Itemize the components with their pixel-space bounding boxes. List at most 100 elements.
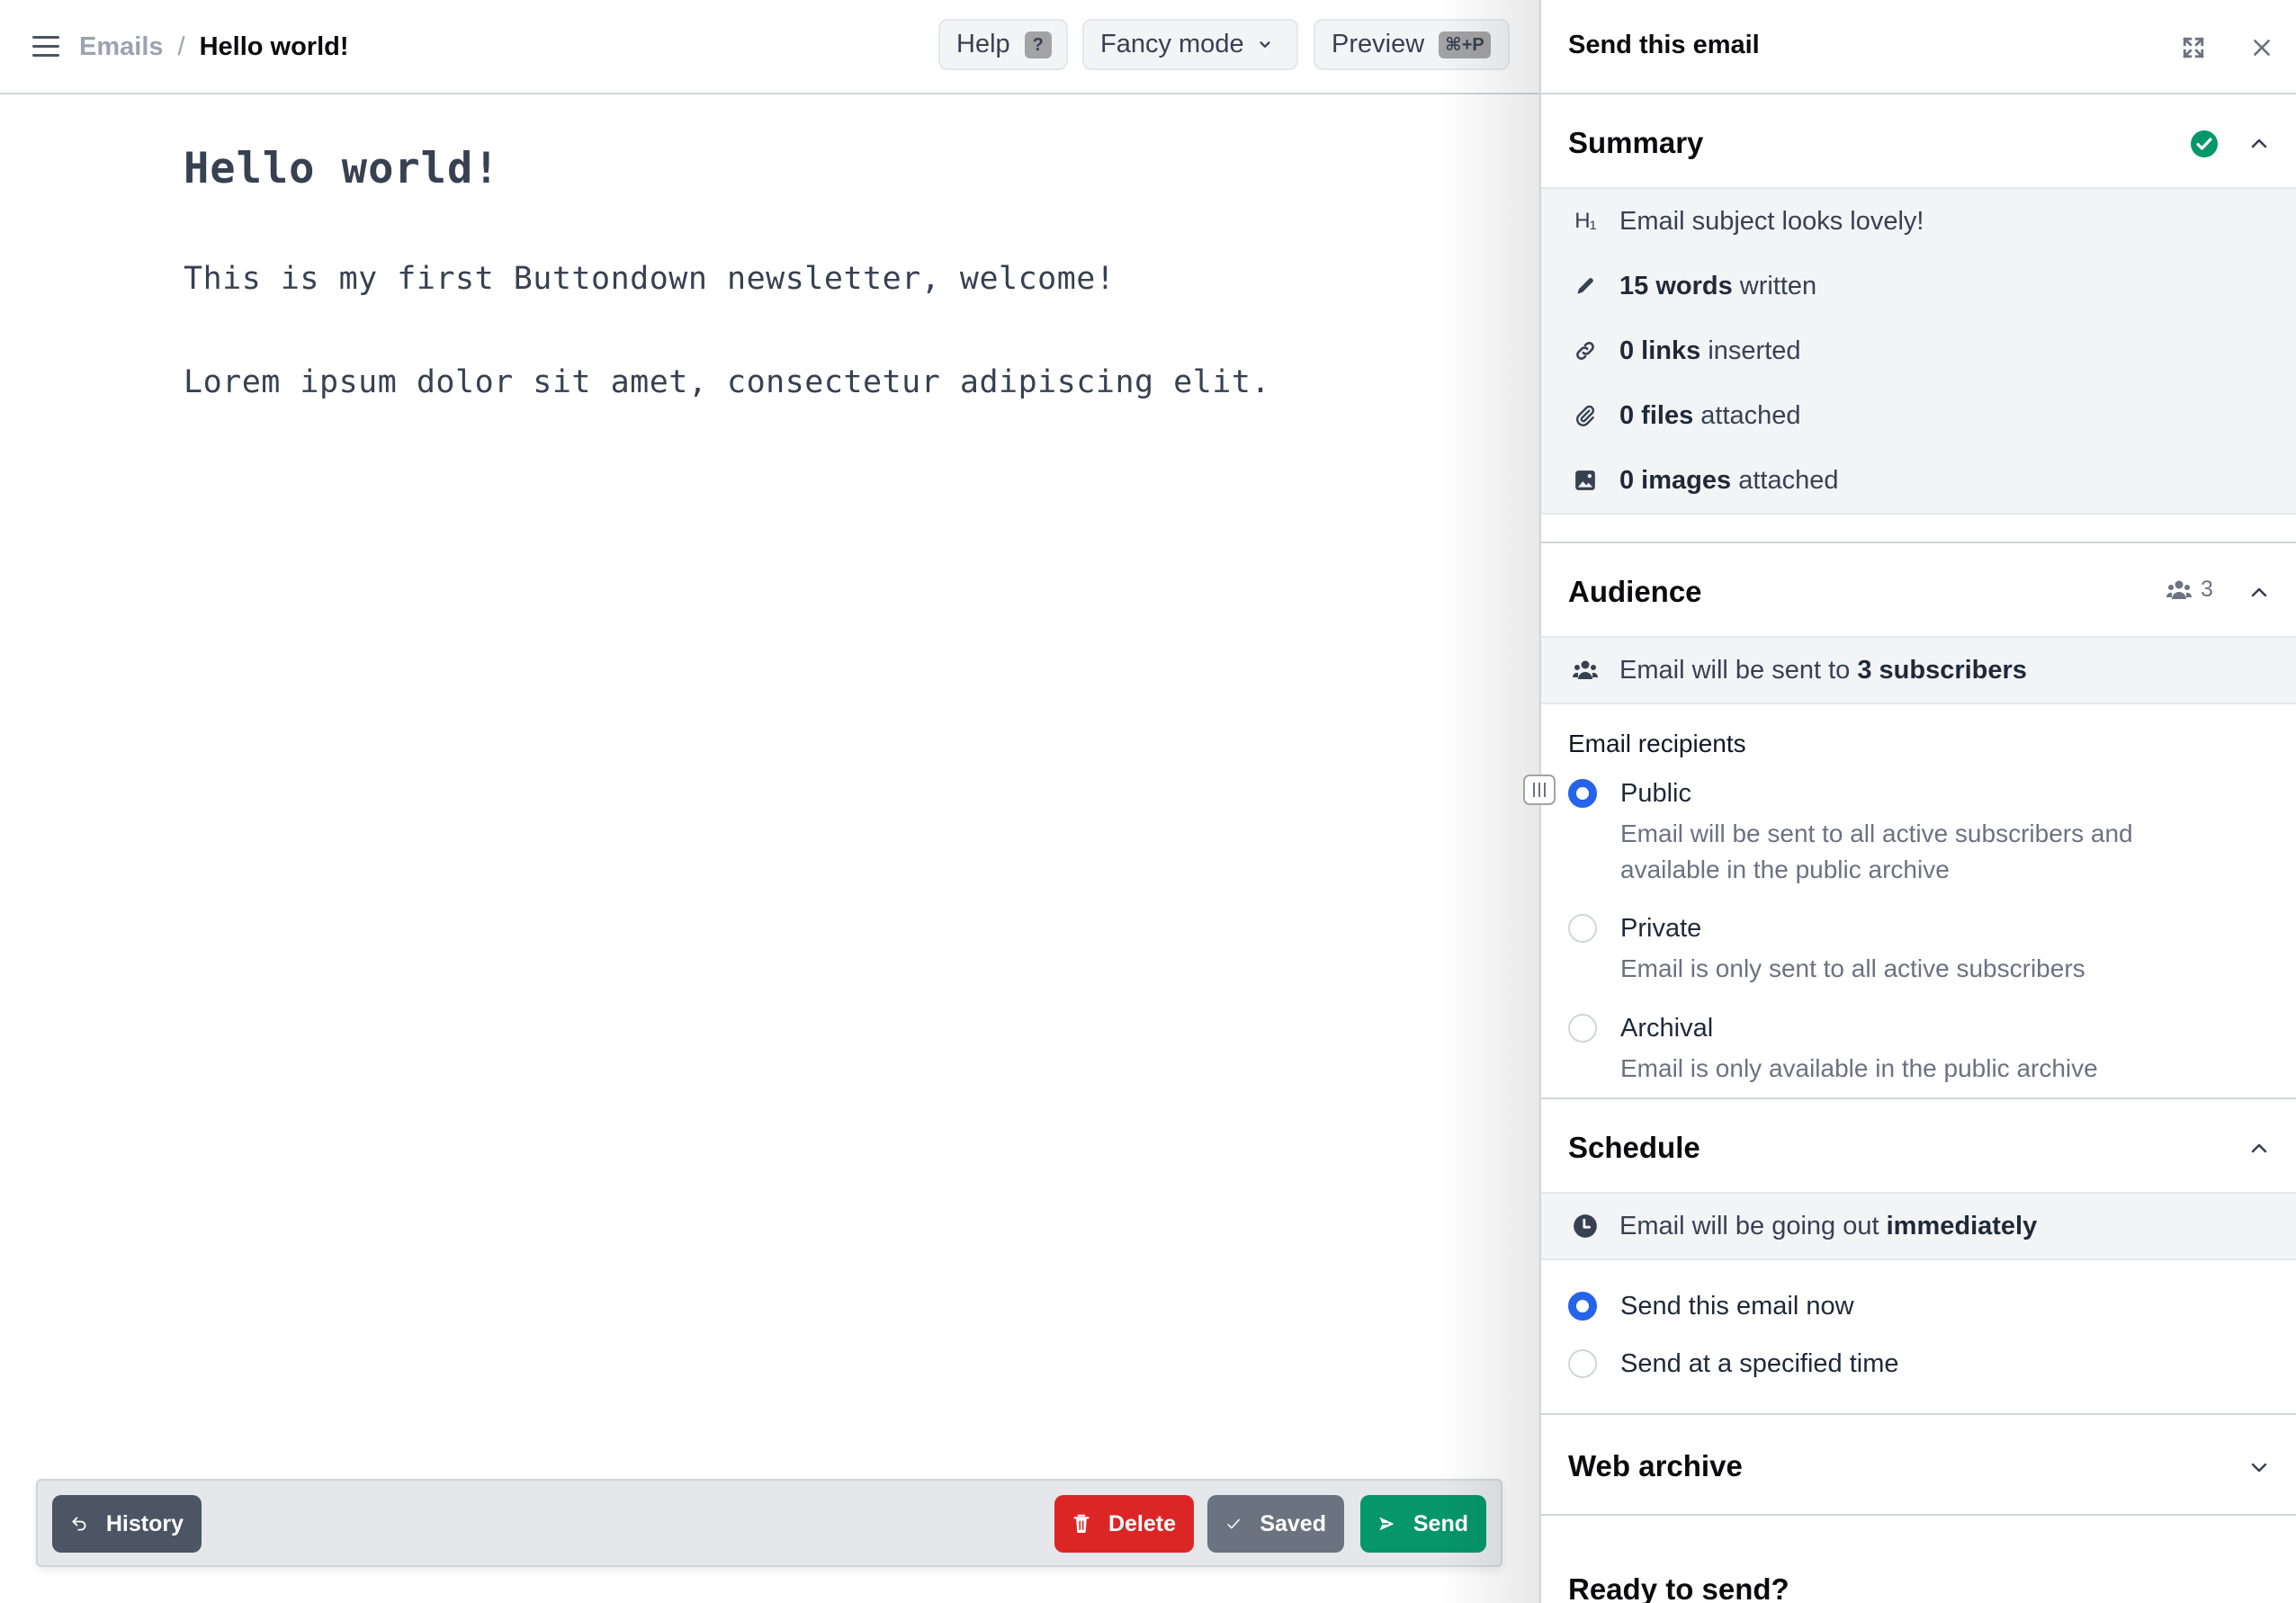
summary-item-text: attached <box>1731 465 1839 495</box>
audience-info-row: Email will be sent to 3 subscribers <box>1541 638 2296 703</box>
help-button[interactable]: Help ? <box>938 19 1068 70</box>
recipient-option-public[interactable]: Public Email will be sent to all active … <box>1541 771 2296 906</box>
summary-item-count: 15 words <box>1619 271 1733 300</box>
radio-public[interactable] <box>1568 779 1597 808</box>
radio-archival[interactable] <box>1568 1014 1597 1043</box>
help-label: Help <box>956 30 1010 58</box>
summary-item-text: Email subject looks lovely! <box>1619 206 1924 236</box>
audience-count-badge: 3 <box>2166 577 2213 603</box>
option-description: Email is only sent to all active subscri… <box>1620 954 2085 982</box>
delete-label: Delete <box>1108 1510 1176 1536</box>
ready-to-send-title: Ready to send? <box>1568 1572 1789 1603</box>
email-body-editor[interactable]: Hello world! This is my first Buttondown… <box>184 135 1270 462</box>
summary-item-text: attached <box>1693 400 1801 430</box>
send-button[interactable]: Send <box>1360 1495 1486 1553</box>
chevron-down-icon[interactable] <box>2248 1456 2270 1478</box>
saved-label: Saved <box>1260 1510 1326 1536</box>
editor-area: Emails / Hello world! Help ? Fancy mode … <box>0 0 1539 1603</box>
fancy-mode-label: Fancy mode <box>1100 30 1244 58</box>
audience-count: 3 <box>2201 577 2213 602</box>
preview-button[interactable]: Preview ⌘+P <box>1314 19 1510 70</box>
summary-item: H₁ Email subject looks lovely! <box>1541 189 2296 254</box>
chevron-up-icon[interactable] <box>2248 582 2270 604</box>
fancy-mode-dropdown[interactable]: Fancy mode <box>1082 19 1298 70</box>
audience-info-text: Email will be sent to <box>1619 655 1858 685</box>
summary-item-text: written <box>1732 271 1817 300</box>
summary-item: 15 words written <box>1541 254 2296 318</box>
check-icon <box>1227 1518 1241 1529</box>
delete-button[interactable]: Delete <box>1054 1495 1194 1553</box>
undo-arrow-icon <box>72 1517 86 1531</box>
panel-header: Send this email <box>1541 0 2296 94</box>
history-label: History <box>105 1510 184 1536</box>
image-icon <box>1571 466 1600 495</box>
close-icon[interactable] <box>2250 36 2274 59</box>
schedule-section: Schedule Email will be going out immedia… <box>1541 1099 2296 1415</box>
summary-list: H₁ Email subject looks lovely! 15 words … <box>1541 189 2296 515</box>
recipient-option-archival[interactable]: Archival Email is only available in the … <box>1541 1006 2296 1097</box>
schedule-title: Schedule <box>1568 1131 1700 1164</box>
trash-icon <box>1073 1514 1090 1533</box>
radio-send-now[interactable] <box>1568 1292 1597 1321</box>
success-check-icon <box>2191 130 2218 157</box>
users-icon <box>2166 580 2192 599</box>
expand-icon[interactable] <box>2182 36 2205 59</box>
audience-info: Email will be sent to 3 subscribers <box>1541 638 2296 704</box>
option-label[interactable]: Archival <box>1620 1006 2296 1051</box>
summary-title: Summary <box>1568 126 1704 159</box>
send-email-panel: Send this email Summary H₁ Email subject… <box>1539 0 2296 1603</box>
resize-handle[interactable] <box>1523 775 1556 805</box>
email-paragraph[interactable]: Lorem ipsum dolor sit amet, consectetur … <box>184 359 1270 406</box>
paperclip-icon <box>1571 401 1600 430</box>
saved-status-button[interactable]: Saved <box>1207 1495 1344 1553</box>
radio-private[interactable] <box>1568 914 1597 943</box>
audience-section: Audience 3 Email will be sent to 3 subsc… <box>1541 543 2296 1099</box>
audience-header[interactable]: Audience 3 <box>1541 543 2296 638</box>
web-archive-header[interactable]: Web archive <box>1541 1415 2296 1516</box>
schedule-option-later[interactable]: Send at a specified time <box>1541 1341 2296 1413</box>
chevron-up-icon[interactable] <box>2248 133 2270 155</box>
option-label[interactable]: Public <box>1620 771 2296 816</box>
breadcrumb: Emails / Hello world! <box>79 29 349 65</box>
chevron-down-icon <box>1259 40 1270 48</box>
schedule-header[interactable]: Schedule <box>1541 1099 2296 1194</box>
menu-icon[interactable] <box>32 36 61 58</box>
heading-icon: H₁ <box>1574 209 1596 233</box>
email-title[interactable]: Hello world! <box>184 135 1270 203</box>
web-archive-title: Web archive <box>1568 1449 1743 1482</box>
schedule-info: Email will be going out immediately <box>1541 1194 2296 1260</box>
schedule-info-timing: immediately <box>1886 1211 2038 1240</box>
link-icon <box>1571 336 1600 365</box>
summary-item: 0 links inserted <box>1541 318 2296 383</box>
history-button[interactable]: History <box>52 1495 202 1553</box>
summary-item-count: 0 files <box>1619 400 1694 430</box>
users-icon <box>1571 656 1600 685</box>
web-archive-section: Web archive <box>1541 1415 2296 1516</box>
option-label[interactable]: Send at a specified time <box>1620 1341 2296 1386</box>
summary-item-count: 0 images <box>1619 465 1732 495</box>
option-description: Email is only available in the public ar… <box>1620 1054 2098 1082</box>
audience-info-count: 3 subscribers <box>1857 655 2027 685</box>
schedule-info-text: Email will be going out <box>1619 1211 1887 1240</box>
email-paragraph[interactable]: This is my first Buttondown newsletter, … <box>184 255 1270 302</box>
option-label[interactable]: Send this email now <box>1620 1284 2296 1329</box>
pencil-icon <box>1571 272 1600 300</box>
chevron-up-icon[interactable] <box>2248 1138 2270 1160</box>
recipient-option-private[interactable]: Private Email is only sent to all active… <box>1541 906 2296 1006</box>
summary-item-text: inserted <box>1700 336 1801 365</box>
option-label[interactable]: Private <box>1620 906 2296 951</box>
breadcrumb-emails-link[interactable]: Emails <box>79 32 164 62</box>
email-recipients-label: Email recipients <box>1568 730 1746 757</box>
schedule-info-row: Email will be going out immediately <box>1541 1194 2296 1258</box>
panel-title: Send this email <box>1568 31 1760 59</box>
paper-plane-icon <box>1379 1517 1395 1531</box>
schedule-option-now[interactable]: Send this email now <box>1541 1284 2296 1341</box>
top-bar: Emails / Hello world! Help ? Fancy mode … <box>0 0 1539 94</box>
preview-label: Preview <box>1332 30 1425 58</box>
radio-send-later[interactable] <box>1568 1349 1597 1378</box>
summary-section: Summary H₁ Email subject looks lovely! 1… <box>1541 94 2296 543</box>
summary-header[interactable]: Summary <box>1541 94 2296 189</box>
summary-item: 0 files attached <box>1541 383 2296 448</box>
summary-item-count: 0 links <box>1619 336 1701 365</box>
option-description: Email will be sent to all active subscri… <box>1620 819 2133 883</box>
